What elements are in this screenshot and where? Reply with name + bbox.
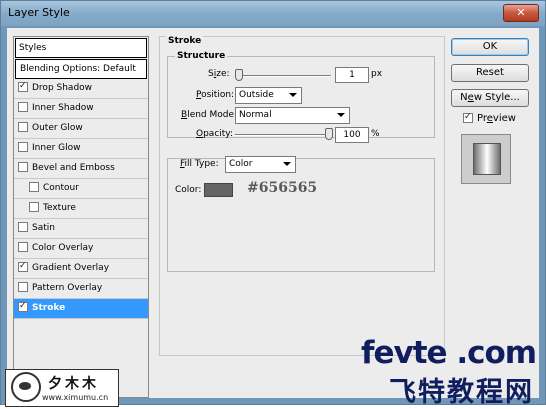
sidebar-item-gradient-overlay[interactable]: Gradient Overlay	[14, 259, 148, 279]
checkbox[interactable]	[18, 121, 28, 132]
sidebar-item-label: Inner Shadow	[32, 103, 94, 113]
sidebar-item-outer-glow[interactable]: Outer Glow	[14, 119, 148, 139]
checkbox[interactable]	[18, 241, 28, 252]
sidebar-item-label: Stroke	[32, 303, 66, 313]
reset-button[interactable]: Reset	[451, 64, 529, 82]
watermark-logo: 夕木木 www.ximumu.cn	[5, 369, 119, 407]
opacity-input[interactable]: 100	[335, 127, 369, 143]
checkbox[interactable]	[18, 261, 28, 272]
size-slider-thumb[interactable]	[235, 69, 243, 81]
sidebar-item-label: Gradient Overlay	[32, 263, 110, 273]
blend-mode-value: Normal	[239, 110, 272, 120]
preview-label: Preview	[477, 113, 516, 124]
sidebar-item-pattern-overlay[interactable]: Pattern Overlay	[14, 279, 148, 299]
blend-mode-label: Blend Mode:	[181, 110, 238, 120]
sidebar-item-color-overlay[interactable]: Color Overlay	[14, 239, 148, 259]
checkbox[interactable]	[18, 281, 28, 292]
position-select[interactable]: Outside	[235, 87, 302, 104]
checkbox[interactable]	[18, 221, 28, 232]
fish-icon	[19, 382, 31, 390]
sidebar-item-label: Blending Options: Default	[20, 64, 136, 74]
chevron-down-icon	[283, 162, 291, 166]
checkbox[interactable]	[29, 181, 39, 192]
position-value: Outside	[239, 90, 274, 100]
chevron-down-icon	[289, 93, 297, 97]
preview-checkbox-row[interactable]: Preview	[463, 112, 516, 124]
color-swatch[interactable]	[204, 183, 233, 197]
sidebar-item-label: Satin	[32, 223, 55, 233]
checkbox[interactable]	[18, 101, 28, 112]
color-label: Color:	[175, 185, 202, 195]
preview-thumbnail	[473, 143, 501, 175]
logo-url: www.ximumu.cn	[42, 393, 109, 402]
blend-mode-select[interactable]: Normal	[235, 107, 350, 124]
color-hex-annotation: #656565	[247, 180, 318, 196]
fill-type-label: Fill Type:	[180, 159, 219, 169]
checkbox[interactable]	[18, 141, 28, 152]
layer-style-window: Layer Style ✕ Styles Blending Options: D…	[0, 0, 546, 408]
size-unit: px	[371, 69, 383, 79]
sidebar-item-inner-glow[interactable]: Inner Glow	[14, 139, 148, 159]
sidebar-item-inner-shadow[interactable]: Inner Shadow	[14, 99, 148, 119]
sidebar-item-drop-shadow[interactable]: Drop Shadow	[14, 79, 148, 99]
opacity-slider-track[interactable]	[235, 134, 331, 136]
logo-emblem	[11, 372, 41, 402]
opacity-label: Opacity:	[196, 129, 234, 139]
checkbox[interactable]	[18, 161, 28, 172]
fill-type-value: Color	[229, 159, 253, 169]
sidebar-item-label: Contour	[43, 183, 79, 193]
sidebar-item-stroke[interactable]: Stroke	[14, 299, 148, 319]
opacity-unit: %	[371, 129, 380, 139]
checkbox[interactable]	[18, 301, 28, 312]
title-bar[interactable]: Layer Style ✕	[1, 1, 545, 26]
sidebar-item-contour[interactable]: Contour	[14, 179, 148, 199]
sidebar-item-satin[interactable]: Satin	[14, 219, 148, 239]
size-label: Size:	[208, 69, 230, 79]
sidebar-item-label: Outer Glow	[32, 123, 83, 133]
styles-list: Styles Blending Options: Default Drop Sha…	[13, 36, 149, 398]
structure-group-title: Structure	[175, 51, 228, 61]
sidebar-item-bevel-and-emboss[interactable]: Bevel and Emboss	[14, 159, 148, 179]
preview-checkbox[interactable]	[463, 112, 473, 123]
fill-group	[167, 158, 435, 272]
watermark-brand-cn: 飞特教程网	[389, 377, 534, 408]
sidebar-item-label: Color Overlay	[32, 243, 94, 253]
new-style-button[interactable]: New Style...	[451, 89, 529, 107]
sidebar-item-blending-options-default[interactable]: Blending Options: Default	[15, 59, 147, 79]
checkbox[interactable]	[18, 81, 28, 92]
sidebar-item-label: Bevel and Emboss	[32, 163, 115, 173]
sidebar-item-label: Texture	[43, 203, 76, 213]
opacity-slider-thumb[interactable]	[325, 128, 333, 140]
close-button[interactable]: ✕	[503, 4, 539, 22]
sidebar-item-texture[interactable]: Texture	[14, 199, 148, 219]
style-preview	[461, 134, 511, 184]
position-label: Position:	[196, 90, 235, 100]
styles-header[interactable]: Styles	[15, 38, 147, 58]
logo-text: 夕木木	[48, 376, 99, 392]
chevron-down-icon	[337, 113, 345, 117]
checkbox[interactable]	[29, 201, 39, 212]
size-input[interactable]: 1	[335, 67, 369, 83]
fill-type-select[interactable]: Color	[225, 156, 296, 173]
watermark-brand: fevte .com	[361, 335, 537, 371]
stroke-group-title: Stroke	[166, 36, 204, 46]
sidebar-item-label: Drop Shadow	[32, 83, 93, 93]
size-slider-track[interactable]	[235, 75, 331, 77]
window-title: Layer Style	[8, 6, 70, 19]
sidebar-item-label: Inner Glow	[32, 143, 81, 153]
sidebar-item-label: Pattern Overlay	[32, 283, 103, 293]
ok-button[interactable]: OK	[451, 38, 529, 56]
